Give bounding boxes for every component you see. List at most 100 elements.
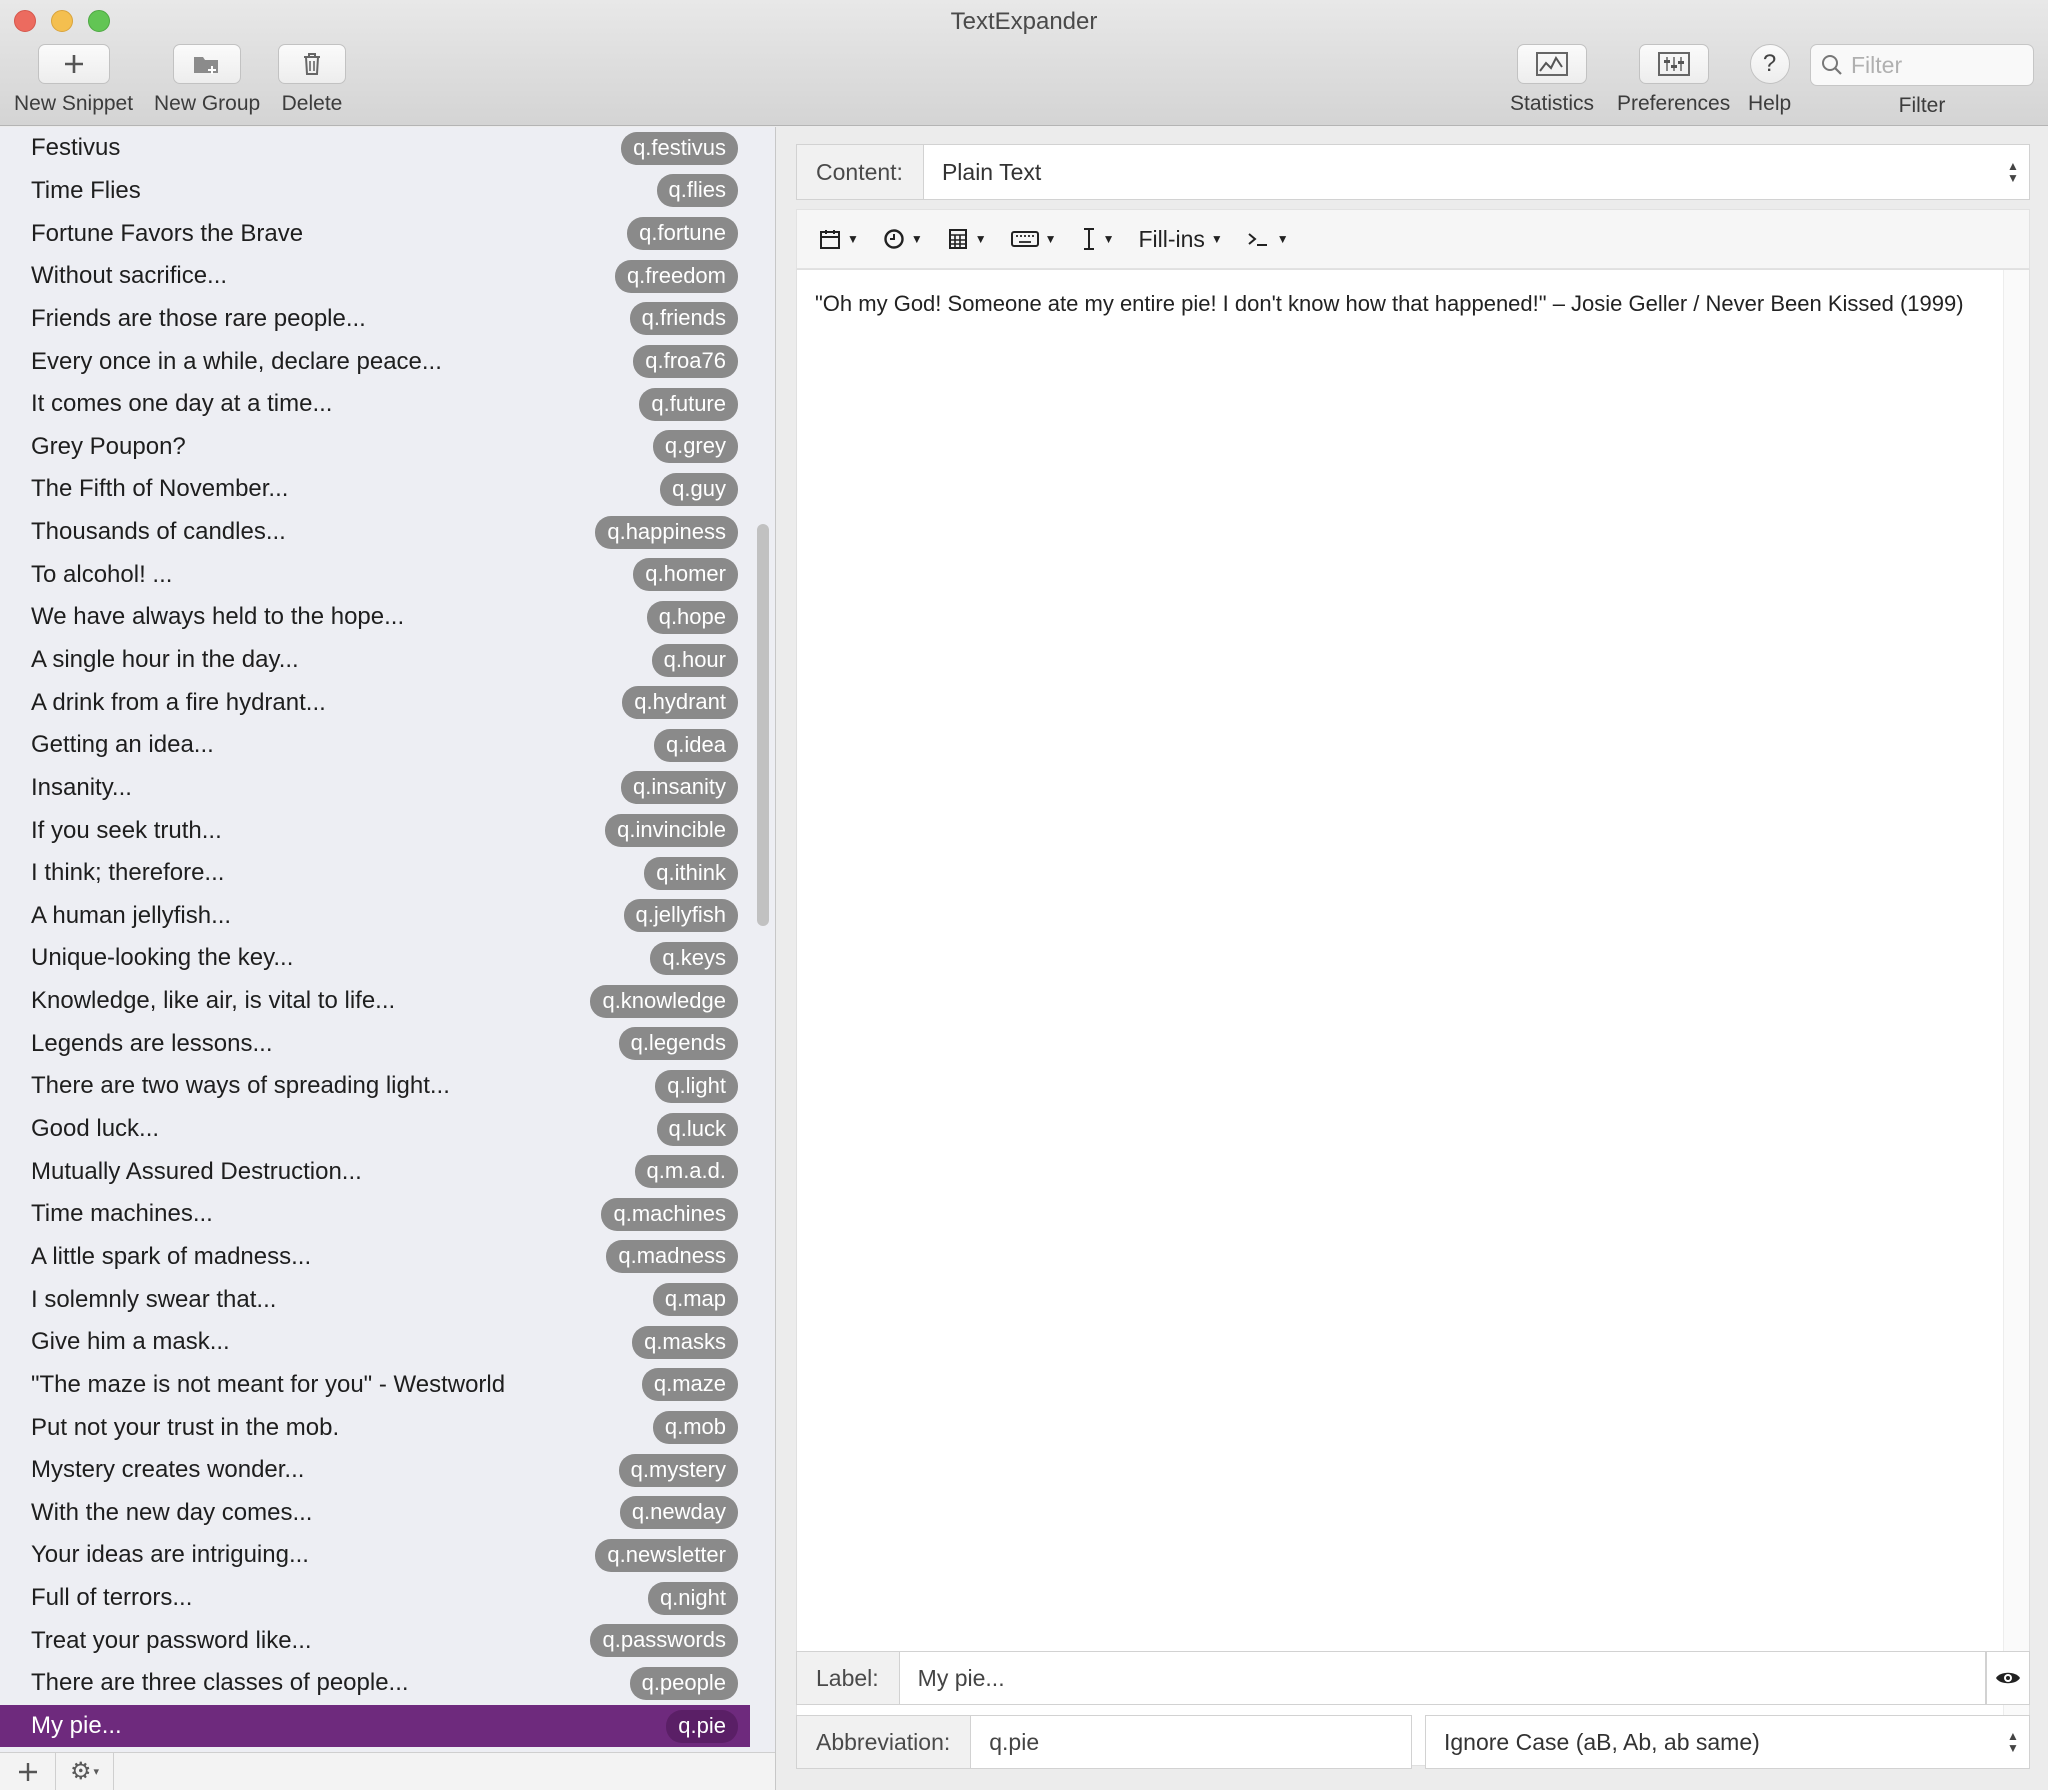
add-button[interactable] xyxy=(0,1752,56,1790)
sidebar-scrollbar[interactable] xyxy=(757,524,769,926)
snippet-abbreviation-badge: q.fortune xyxy=(627,217,738,251)
delete-tool[interactable]: Delete xyxy=(278,44,346,116)
snippet-name: I solemnly swear that... xyxy=(31,1285,277,1313)
action-menu-button[interactable]: ⚙ ▾ xyxy=(56,1752,114,1790)
snippet-sidebar: Festivus q.festivus Time Flies q.flies Fortu… xyxy=(0,127,776,1790)
content-type-select[interactable]: Plain Text xyxy=(924,159,2003,186)
snippet-row[interactable]: Fortune Favors the Brave q.fortune xyxy=(0,212,750,255)
snippet-row[interactable]: To alcohol! ... q.homer xyxy=(0,553,750,596)
snippet-name: Your ideas are intriguing... xyxy=(31,1541,309,1569)
script-menu[interactable]: ▼ xyxy=(1235,217,1301,261)
gear-icon: ⚙ xyxy=(69,1758,92,1785)
snippet-row[interactable]: Legends are lessons... q.legends xyxy=(0,1022,750,1065)
statistics-tool[interactable]: Statistics xyxy=(1510,44,1594,116)
snippet-row[interactable]: A human jellyfish... q.jellyfish xyxy=(0,895,750,938)
label-label: Label: xyxy=(797,1652,900,1704)
snippet-row[interactable]: Festivus q.festivus xyxy=(0,127,750,170)
abbreviation-input[interactable] xyxy=(971,1728,1411,1756)
snippet-content-text[interactable]: "Oh my God! Someone ate my entire pie! I… xyxy=(797,270,2029,338)
plus-icon xyxy=(64,55,83,73)
snippet-row[interactable]: A little spark of madness... q.madness xyxy=(0,1236,750,1279)
preview-button[interactable] xyxy=(1986,1651,2030,1705)
snippet-row[interactable]: With the new day comes... q.newday xyxy=(0,1492,750,1535)
help-tool[interactable]: ? Help xyxy=(1748,44,1791,116)
snippet-row[interactable]: It comes one day at a time... q.future xyxy=(0,383,750,426)
snippet-row[interactable]: I solemnly swear that... q.map xyxy=(0,1278,750,1321)
snippet-abbreviation-badge: q.mystery xyxy=(618,1453,738,1487)
insert-date-menu[interactable]: ▼ xyxy=(807,217,871,261)
snippet-name: Knowledge, like air, is vital to life... xyxy=(31,987,396,1015)
snippet-row[interactable]: Time machines... q.machines xyxy=(0,1193,750,1236)
snippet-name: We have always held to the hope... xyxy=(31,603,405,631)
snippet-row[interactable]: Good luck... q.luck xyxy=(0,1108,750,1151)
snippet-row[interactable]: Getting an idea... q.idea xyxy=(0,724,750,767)
snippet-row[interactable]: Full of terrors... q.night xyxy=(0,1577,750,1620)
snippet-row[interactable]: If you seek truth... q.invincible xyxy=(0,809,750,852)
snippet-name: Put not your trust in the mob. xyxy=(31,1413,340,1441)
insert-key-menu[interactable]: ▼ xyxy=(999,217,1069,261)
snippet-abbreviation-badge: q.mob xyxy=(652,1411,738,1445)
preferences-tool[interactable]: Preferences xyxy=(1617,44,1730,116)
snippet-name: I think; therefore... xyxy=(31,859,225,887)
help-label: Help xyxy=(1748,92,1792,115)
snippet-row[interactable]: Knowledge, like air, is vital to life...… xyxy=(0,980,750,1023)
filter-input[interactable] xyxy=(1851,51,2021,79)
calculator-icon xyxy=(948,229,967,249)
snippet-name: A drink from a fire hydrant... xyxy=(31,688,326,716)
label-row: Label: xyxy=(796,1651,1986,1705)
snippet-row[interactable]: We have always held to the hope... q.hope xyxy=(0,596,750,639)
editor-scrollbar[interactable] xyxy=(2003,270,2029,1765)
snippet-row[interactable]: Grey Poupon? q.grey xyxy=(0,425,750,468)
snippet-row[interactable]: Mystery creates wonder... q.mystery xyxy=(0,1449,750,1492)
snippet-row[interactable]: Unique-looking the key... q.keys xyxy=(0,937,750,980)
snippet-row[interactable]: Give him a mask... q.masks xyxy=(0,1321,750,1364)
case-sensitivity-select[interactable]: Ignore Case (aB, Ab, ab same) ▲ ▼ xyxy=(1425,1715,2030,1769)
help-button[interactable]: ? xyxy=(1749,44,1790,84)
snippet-abbreviation-badge: q.keys xyxy=(650,941,738,975)
snippet-abbreviation-badge: q.m.a.d. xyxy=(634,1155,738,1189)
snippet-abbreviation-badge: q.newsletter xyxy=(595,1538,738,1572)
snippet-abbreviation-badge: q.luck xyxy=(656,1112,738,1146)
label-input[interactable] xyxy=(899,1664,1985,1692)
snippet-row[interactable]: A single hour in the day... q.hour xyxy=(0,639,750,682)
snippet-row[interactable]: The Fifth of November... q.guy xyxy=(0,468,750,511)
snippet-row[interactable]: Your ideas are intriguing... q.newsletter xyxy=(0,1534,750,1577)
snippet-row[interactable]: Without sacrifice... q.freedom xyxy=(0,255,750,298)
insert-time-menu[interactable]: ▼ xyxy=(871,217,935,261)
snippet-row[interactable]: Insanity... q.insanity xyxy=(0,767,750,810)
filter-box[interactable] xyxy=(1810,44,2034,86)
snippet-row[interactable]: Friends are those rare people... q.friend… xyxy=(0,298,750,341)
snippet-row[interactable]: There are two ways of spreading light...… xyxy=(0,1065,750,1108)
snippet-row[interactable]: "The maze is not meant for you" - Westwo… xyxy=(0,1364,750,1407)
snippet-row[interactable]: Every once in a while, declare peace... q… xyxy=(0,340,750,383)
snippet-row[interactable]: A drink from a fire hydrant... q.hydrant xyxy=(0,681,750,724)
snippet-abbreviation-badge: q.grey xyxy=(652,430,738,464)
new-snippet-label: New Snippet xyxy=(14,92,134,115)
snippet-row[interactable]: I think; therefore... q.ithink xyxy=(0,852,750,895)
new-snippet-button[interactable] xyxy=(37,44,110,84)
snippet-name: Friends are those rare people... xyxy=(31,304,366,332)
statistics-button[interactable] xyxy=(1517,44,1588,84)
insert-calculation-menu[interactable]: ▼ xyxy=(935,217,999,261)
snippet-row[interactable]: Put not your trust in the mob. q.mob xyxy=(0,1406,750,1449)
insert-cursor-menu[interactable]: ▼ xyxy=(1069,217,1127,261)
snippet-row[interactable]: Mutually Assured Destruction... q.m.a.d. xyxy=(0,1150,750,1193)
snippet-row[interactable]: Thousands of candles... q.happiness xyxy=(0,511,750,554)
snippet-row[interactable]: My pie... q.pie xyxy=(0,1704,750,1748)
new-snippet-tool[interactable]: New Snippet xyxy=(14,44,133,116)
chevron-down-icon: ▼ xyxy=(1044,232,1057,246)
calendar-icon xyxy=(820,230,840,249)
snippet-row[interactable]: Treat your password like... q.passwords xyxy=(0,1619,750,1662)
preferences-button[interactable] xyxy=(1638,44,1709,84)
snippet-name: Insanity... xyxy=(31,773,132,801)
fill-ins-label: Fill-ins xyxy=(1138,225,1205,252)
new-group-button[interactable] xyxy=(173,44,242,84)
plus-icon xyxy=(18,1762,37,1781)
new-group-tool[interactable]: New Group xyxy=(154,44,260,116)
preferences-icon xyxy=(1657,52,1690,76)
snippet-content-editor[interactable]: "Oh my God! Someone ate my entire pie! I… xyxy=(796,269,2030,1766)
snippet-row[interactable]: Time Flies q.flies xyxy=(0,170,750,213)
delete-button[interactable] xyxy=(278,44,346,84)
snippet-row[interactable]: There are three classes of people... q.pe… xyxy=(0,1662,750,1705)
fill-ins-menu[interactable]: Fill-ins ▼ xyxy=(1126,217,1234,261)
